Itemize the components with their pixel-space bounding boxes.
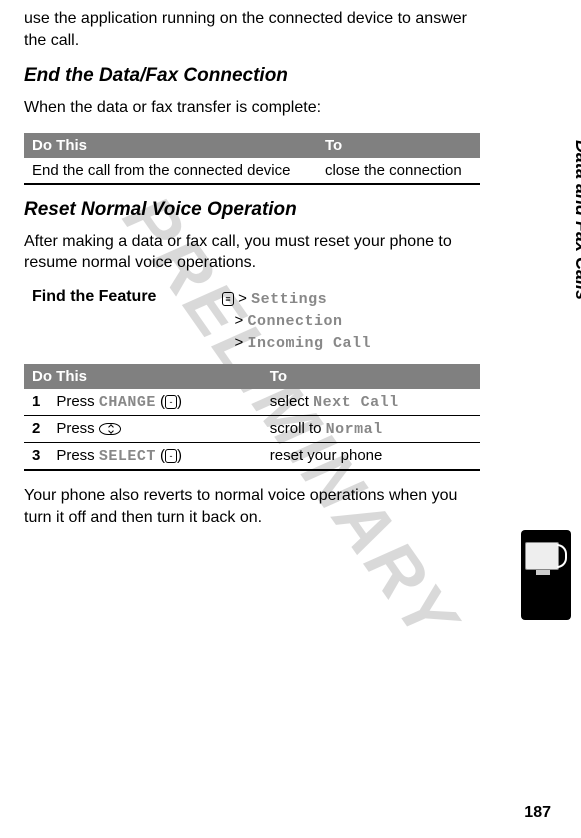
section-heading-reset-voice: Reset Normal Voice Operation [24,199,480,221]
page-number: 187 [524,804,551,822]
find-the-feature-label: Find the Feature [32,288,222,354]
table-cell: scroll to Normal [262,415,480,442]
step-number: 2 [24,415,48,442]
menu-item: Incoming Call [247,335,371,352]
section-heading-end-connection: End the Data/Fax Connection [24,65,480,87]
table-cell: close the connection [317,158,480,184]
table-cell: Press CHANGE (-) [48,389,261,416]
menu-item: Settings [251,291,327,308]
step-number: 1 [24,389,48,416]
table-cell: End the call from the connected device [24,158,317,184]
table-header-to: To [317,133,480,158]
intro-paragraph: use the application running on the conne… [24,8,480,51]
end-connection-table: Do This To End the call from the connect… [24,133,480,185]
soft-key-icon: - [165,395,177,409]
section2-tail: Your phone also reverts to normal voice … [24,485,480,528]
table-cell: Press SELECT (-) [48,442,261,470]
find-the-feature-block: Find the Feature ≡ > Settings > Connecti… [32,288,480,354]
step-number: 3 [24,442,48,470]
table-cell: select Next Call [262,389,480,416]
soft-key-icon: - [165,449,177,463]
nav-key-icon [99,423,121,435]
table-cell: reset your phone [262,442,480,470]
menu-path: ≡ > Settings > Connection > Incoming Cal… [222,288,371,354]
phone-handset-icon [557,544,567,568]
menu-key-icon: ≡ [222,292,234,306]
section2-lead: After making a data or fax call, you mus… [24,231,480,274]
section1-lead: When the data or fax transfer is complet… [24,97,480,119]
table-header-to: To [262,364,480,389]
reset-voice-table: Do This To 1 Press CHANGE (-) select Nex… [24,364,480,471]
table-header-do-this: Do This [24,133,317,158]
side-tab-label: Data and Fax Calls [571,140,581,300]
table-header-do-this: Do This [24,364,262,389]
menu-item: Connection [247,313,342,330]
page-content: use the application running on the conne… [0,0,540,562]
side-category-icon [521,530,571,620]
monitor-icon [525,542,559,570]
table-cell: Press [48,415,261,442]
